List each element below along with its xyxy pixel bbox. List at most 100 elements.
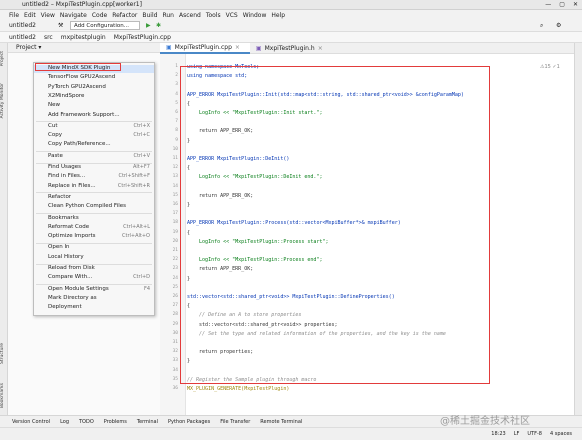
context-menu-item[interactable]: PyTorch GPU2Ascend <box>34 84 154 92</box>
breadcrumb-item[interactable]: mxpitestplugin <box>61 34 106 41</box>
context-menu-item[interactable]: Copy Ctrl+C <box>34 132 154 140</box>
breadcrumb-item[interactable]: untitled2 <box>9 34 36 41</box>
context-menu-item[interactable]: Replace in Files... Ctrl+Shift+R <box>34 183 154 191</box>
menu-edit[interactable]: Edit <box>24 12 36 19</box>
search-icon[interactable]: ⌕ <box>540 22 543 30</box>
tab-mxpitestplugin-cpp[interactable]: ▣ MxpiTestPlugin.cpp × <box>160 42 250 54</box>
file-encoding[interactable]: UTF-8 <box>527 431 542 437</box>
menu-ascend[interactable]: Ascend <box>179 12 201 19</box>
run-icon[interactable]: ▶ <box>146 22 151 29</box>
maximize-button[interactable]: ▢ <box>559 1 565 8</box>
context-menu-item[interactable]: TensorFlow GPU2Ascend <box>34 74 154 82</box>
line-number: 32 <box>172 349 178 355</box>
menu-item-label: Mark Directory as <box>48 294 97 301</box>
menu-vcs[interactable]: VCS <box>226 12 238 19</box>
log-tab[interactable]: Log <box>60 419 69 425</box>
inspection-badge[interactable]: ⚠15 ✓1 <box>540 64 560 70</box>
menu-file[interactable]: File <box>9 12 19 19</box>
context-menu-item[interactable]: Paste Ctrl+V <box>34 153 154 161</box>
run-configuration-select[interactable]: Add Configuration... <box>70 21 140 30</box>
status-bar: 18:23 LF UTF-8 4 spaces <box>0 427 582 440</box>
right-tool-strip <box>574 43 582 423</box>
menu-item-label: Local History <box>48 253 84 260</box>
project-tool-tab[interactable]: Project <box>0 51 5 66</box>
remote-terminal-tab[interactable]: Remote Terminal <box>260 419 302 425</box>
settings-icon[interactable]: ⚙ <box>556 22 561 29</box>
menu-item-label: New <box>48 102 60 109</box>
menu-window[interactable]: Window <box>243 12 267 19</box>
watermark: @稀土掘金技术社区 <box>440 416 530 427</box>
context-menu-item[interactable]: Reload from Disk <box>34 265 154 273</box>
line-number: 4 <box>175 91 178 97</box>
context-menu-item[interactable]: New <box>34 102 154 110</box>
problems-tab[interactable]: Problems <box>104 419 127 425</box>
breadcrumb-item[interactable]: src <box>44 34 53 41</box>
project-name[interactable]: untitled2 <box>9 22 36 29</box>
indent-setting[interactable]: 4 spaces <box>550 431 572 437</box>
line-number: 28 <box>172 312 178 318</box>
python-packages-tab[interactable]: Python Packages <box>168 419 210 425</box>
context-menu-item[interactable]: Copy Path/Reference... <box>34 141 154 149</box>
context-menu-item[interactable]: Refactor <box>34 194 154 202</box>
version-control-tab[interactable]: Version Control <box>12 419 50 425</box>
context-menu-item[interactable]: X2MindSpore <box>34 93 154 101</box>
project-panel-header[interactable]: Project ▾ <box>8 43 160 53</box>
menu-item-shortcut: Ctrl+D <box>133 274 150 281</box>
line-separator[interactable]: LF <box>514 431 520 437</box>
context-menu-item[interactable]: Add Framework Support... <box>34 112 154 120</box>
line-number: 26 <box>172 294 178 299</box>
menu-code[interactable]: Code <box>92 12 107 19</box>
structure-tool-tab[interactable]: Structure <box>0 343 5 364</box>
todo-tab[interactable]: TODO <box>79 419 94 425</box>
debug-icon[interactable]: ✱ <box>156 22 161 29</box>
line-number: 3 <box>175 82 178 88</box>
cursor-position[interactable]: 18:23 <box>491 431 505 437</box>
menu-item-shortcut: Ctrl+Shift+R <box>117 182 150 189</box>
menu-item-shortcut: F4 <box>143 285 150 292</box>
tab-mxpitestplugin-h[interactable]: ▣ MxpiTestPlugin.h × <box>250 43 333 54</box>
close-icon[interactable]: × <box>318 43 323 54</box>
bookmarks-tool-tab[interactable]: Bookmarks <box>0 383 5 408</box>
menu-view[interactable]: View <box>41 12 55 19</box>
breadcrumb-item[interactable]: MxpiTestPlugin.cpp <box>114 34 171 41</box>
line-number: 25 <box>172 284 178 290</box>
menu-help[interactable]: Help <box>271 12 285 19</box>
context-menu-item[interactable]: Find Usages Alt+F7 <box>34 164 154 172</box>
line-number: 29 <box>172 321 178 327</box>
menu-build[interactable]: Build <box>142 12 157 19</box>
context-menu-item[interactable]: Bookmarks <box>34 215 154 223</box>
menu-item-label: Copy <box>48 132 62 139</box>
context-menu-item[interactable]: Local History <box>34 254 154 262</box>
menu-item-label: Refactor <box>48 193 72 200</box>
menu-run[interactable]: Run <box>162 12 174 19</box>
line-number: 27 <box>172 303 178 309</box>
menu-refactor[interactable]: Refactor <box>112 12 137 19</box>
close-icon[interactable]: × <box>235 42 240 53</box>
context-menu-item[interactable]: Optimize Imports Ctrl+Alt+O <box>34 233 154 241</box>
build-icon[interactable]: ⚒ <box>58 22 63 29</box>
line-number: 33 <box>172 358 178 364</box>
context-menu-item[interactable]: Find in Files... Ctrl+Shift+F <box>34 173 154 181</box>
context-menu-item[interactable]: Reformat Code Ctrl+Alt+L <box>34 224 154 232</box>
context-menu-item[interactable]: Open Module Settings F4 <box>34 286 154 294</box>
context-menu-item[interactable]: Cut Ctrl+X <box>34 123 154 131</box>
code-line: MX_PLUGIN_GENERATE(MxpiTestPlugin) <box>187 386 290 392</box>
menu-item-label: Reload from Disk <box>48 265 95 271</box>
context-menu-item[interactable]: Open In <box>34 244 154 252</box>
activity-monitor-tab[interactable]: Activity Monitor <box>0 83 5 118</box>
minimize-button[interactable]: — <box>545 1 551 8</box>
terminal-tab[interactable]: Terminal <box>137 419 158 425</box>
context-menu-item[interactable]: Mark Directory as <box>34 295 154 303</box>
line-number: 6 <box>175 110 178 115</box>
code-highlight-box <box>180 66 490 384</box>
close-button[interactable]: ✕ <box>573 1 578 8</box>
context-menu-item[interactable]: Compare With... Ctrl+D <box>34 274 154 282</box>
line-number: 9 <box>175 137 178 143</box>
menu-navigate[interactable]: Navigate <box>60 12 87 19</box>
context-menu-item[interactable]: Clean Python Compiled Files <box>34 203 154 211</box>
context-menu-item[interactable]: Deployment <box>34 304 154 312</box>
menu-item-label: TensorFlow GPU2Ascend <box>48 74 116 81</box>
menu-tools[interactable]: Tools <box>206 12 221 19</box>
file-transfer-tab[interactable]: File Transfer <box>220 419 250 425</box>
menu-item-label: Replace in Files... <box>48 182 96 189</box>
